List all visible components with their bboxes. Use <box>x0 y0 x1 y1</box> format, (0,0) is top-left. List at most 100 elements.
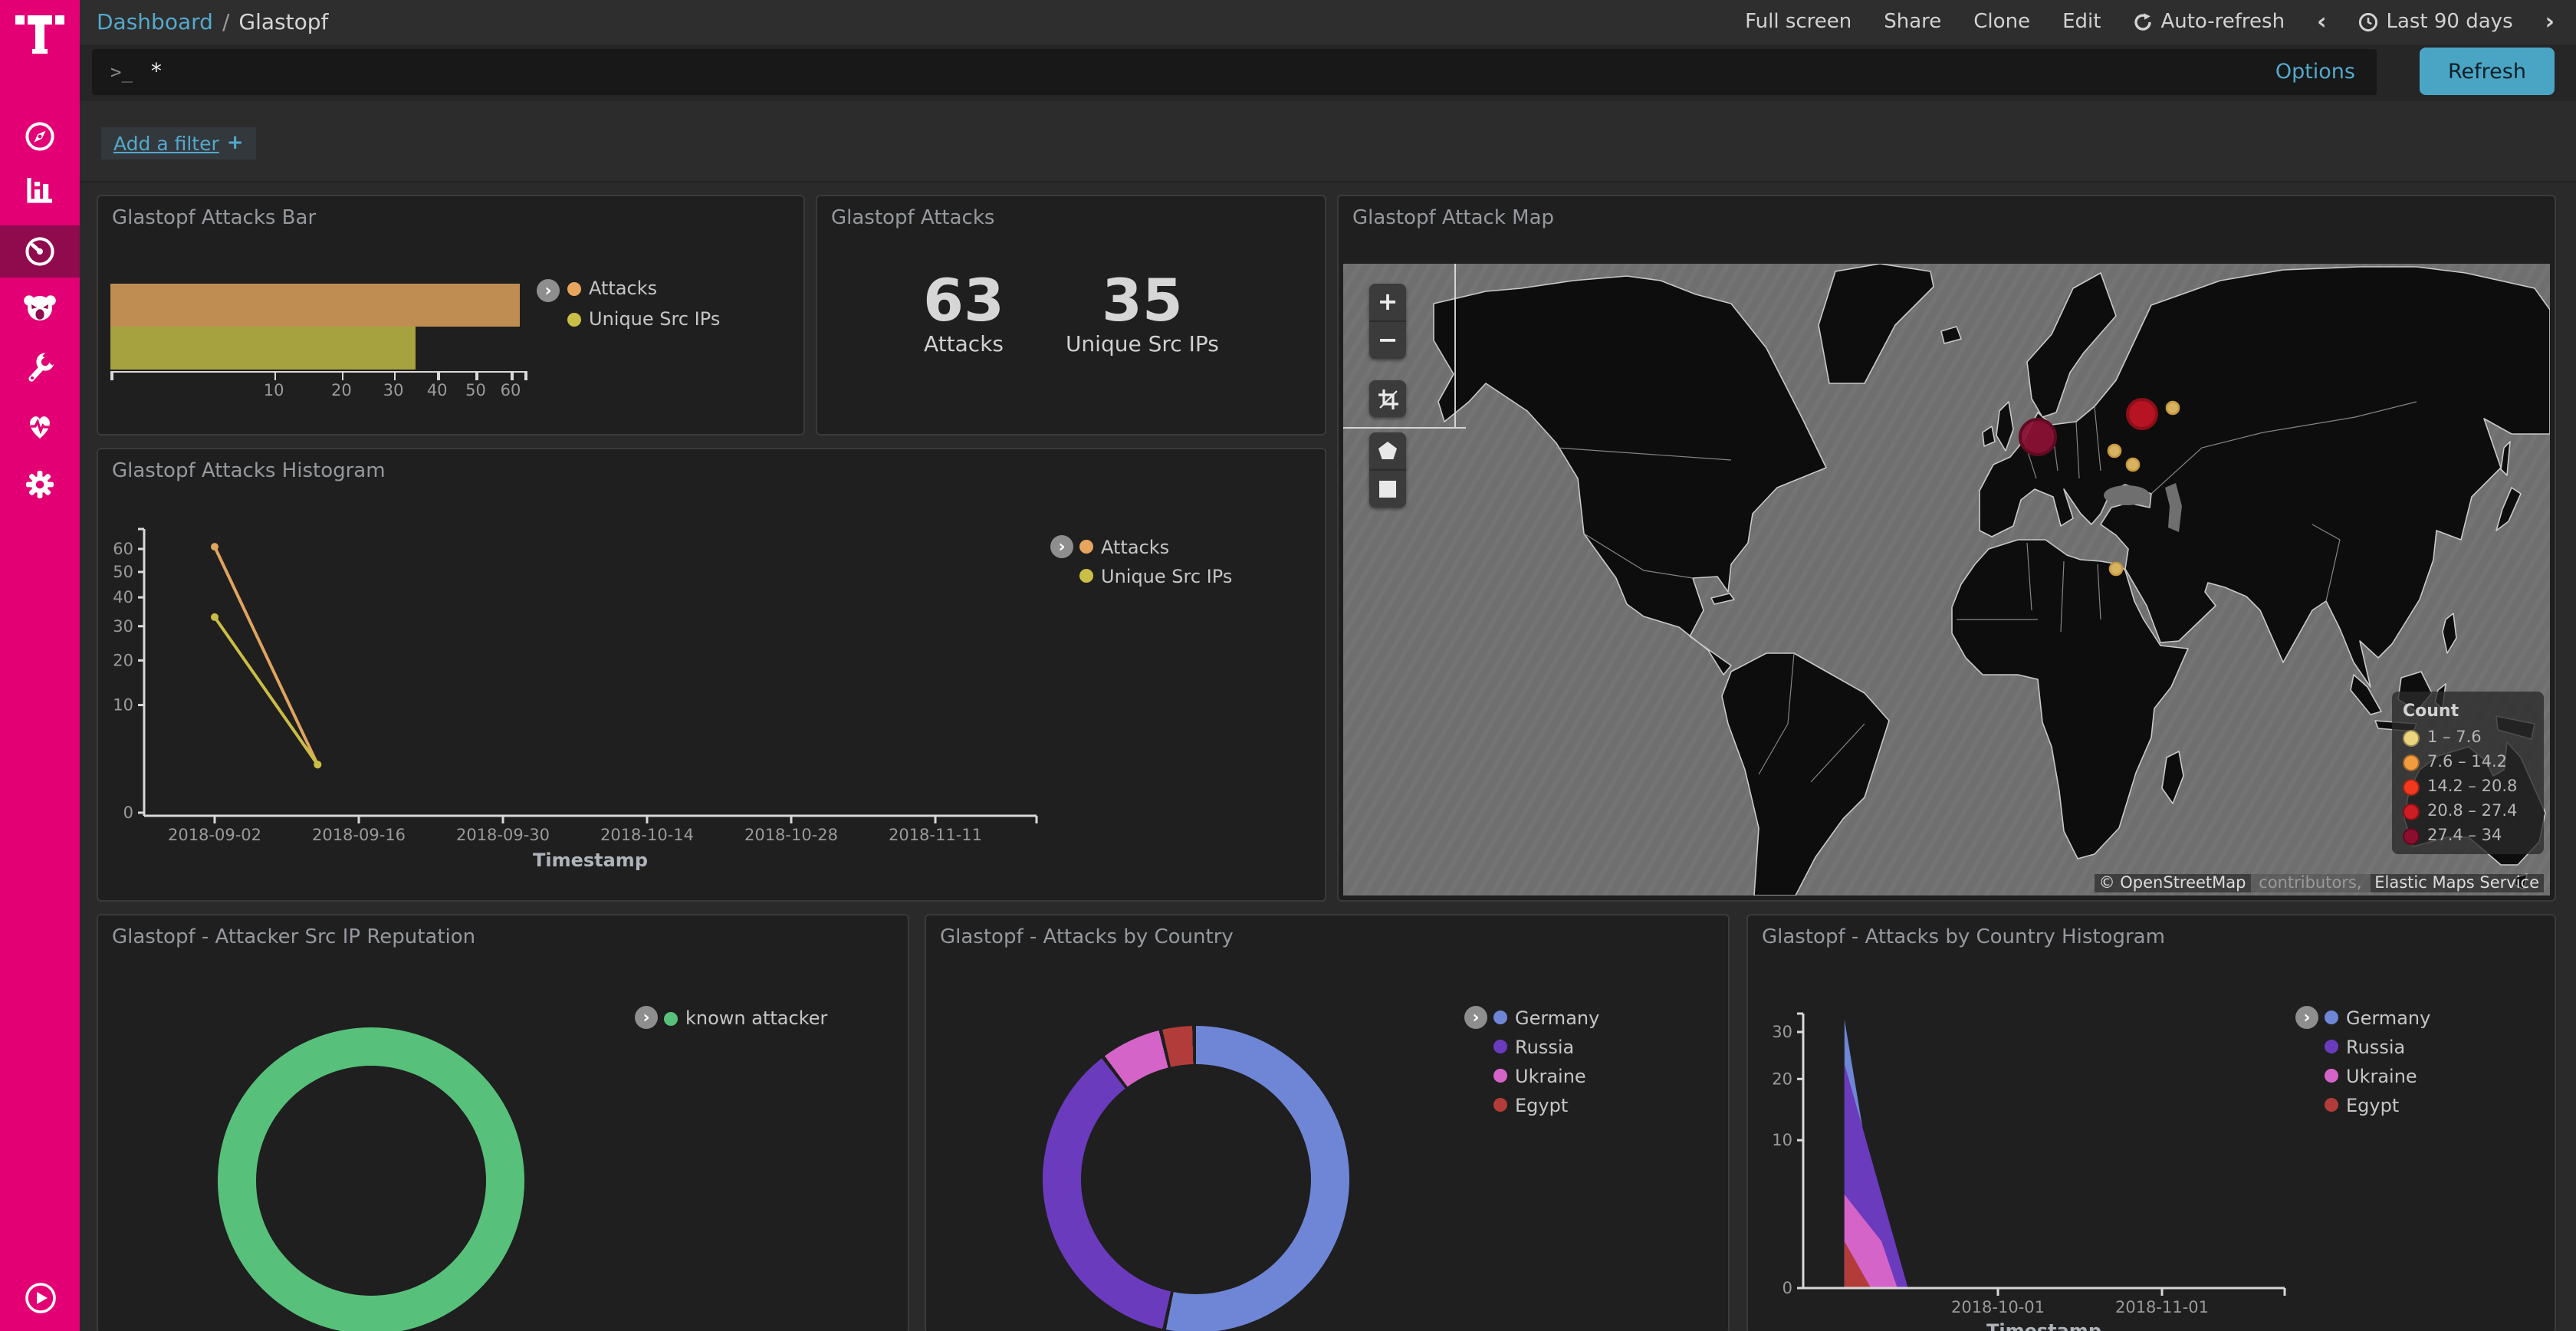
map-zoom-out-button[interactable]: − <box>1369 320 1406 359</box>
refresh-cycle-icon <box>2133 12 2153 32</box>
sidebar-item-management[interactable] <box>0 458 80 511</box>
panel-title: Glastopf Attack Map <box>1352 207 1554 230</box>
panel-title: Glastopf Attacks <box>831 207 994 230</box>
options-link[interactable]: Options <box>2275 60 2355 84</box>
search-input[interactable] <box>148 58 2275 86</box>
osm-attribution-link[interactable]: © OpenStreetMap <box>2095 874 2251 892</box>
ems-attribution-link[interactable]: Elastic Maps Service <box>2370 874 2544 892</box>
panel-title: Glastopf - Attacks by Country <box>940 926 1234 949</box>
sidebar-item-dev-tools[interactable] <box>0 342 80 394</box>
legend-item-known-attacker[interactable]: known attacker <box>664 1003 827 1034</box>
bar-unique-src-ips[interactable] <box>110 327 416 370</box>
legend-item-germany[interactable]: Germany <box>2325 1003 2430 1032</box>
metric-group: 63 Attacks 35 Unique Src IPs <box>817 270 1325 357</box>
time-forward-arrow[interactable]: › <box>2545 11 2555 34</box>
metric-label: Attacks <box>923 333 1004 357</box>
map-count-legend: Count 1 – 7.6 7.6 – 14.2 14.2 – 20.8 20.… <box>2392 692 2544 854</box>
auto-refresh-button[interactable]: Auto-refresh <box>2133 11 2285 34</box>
legend-expand-chevron[interactable]: › <box>635 1006 658 1029</box>
telekom-logo-icon[interactable] <box>14 9 66 61</box>
svg-text:10: 10 <box>113 696 133 715</box>
map-zoom-in-button[interactable]: + <box>1369 284 1406 320</box>
legend-dot <box>2403 729 2420 746</box>
legend-item-attacks[interactable]: Attacks <box>1079 532 1232 561</box>
top-navigation-bar: Dashboard / Glastopf Full screen Share C… <box>80 0 2576 44</box>
breadcrumb-dashboard-link[interactable]: Dashboard <box>97 10 213 35</box>
legend-expand-chevron[interactable]: › <box>1464 1006 1487 1029</box>
sidebar-item-timelion[interactable] <box>0 282 80 334</box>
breadcrumb: Dashboard / Glastopf <box>97 10 328 35</box>
plus-icon: + <box>227 132 244 155</box>
bar-attacks[interactable] <box>110 284 521 327</box>
breadcrumb-page-title: Glastopf <box>238 10 328 35</box>
legend: Attacks Unique Src IPs <box>1079 532 1232 590</box>
legend-item-egypt[interactable]: Egypt <box>1493 1090 1599 1119</box>
svg-text:0: 0 <box>123 804 133 822</box>
refresh-button[interactable]: Refresh <box>2420 48 2555 95</box>
map-rectangle-tool-button[interactable] <box>1369 469 1406 508</box>
map-polygon-tool-button[interactable] <box>1369 432 1406 469</box>
rectangle-icon <box>1377 478 1398 500</box>
legend-dot <box>567 312 581 326</box>
legend-item-ukraine[interactable]: Ukraine <box>1493 1061 1599 1090</box>
map-fit-bounds-button[interactable] <box>1369 380 1406 417</box>
share-button[interactable]: Share <box>1884 11 1941 34</box>
sidebar-item-monitoring[interactable] <box>0 400 80 452</box>
legend-item-attacks[interactable]: Attacks <box>567 273 720 304</box>
legend-dot <box>2325 1069 2338 1083</box>
legend-item-unique-src-ips[interactable]: Unique Src IPs <box>567 304 720 334</box>
legend-dot <box>1493 1069 1507 1083</box>
legend-title: Count <box>2403 701 2535 721</box>
panel-glastopf-attacks-bar: Glastopf Attacks Bar 102030405060 › Atta… <box>97 195 805 435</box>
legend-dot <box>2403 803 2420 820</box>
compass-icon <box>23 120 57 153</box>
time-back-arrow[interactable]: ‹ <box>2317 11 2326 34</box>
legend-item-unique-src-ips[interactable]: Unique Src IPs <box>1079 561 1232 590</box>
legend-dot <box>1079 569 1093 583</box>
legend-item-germany[interactable]: Germany <box>1493 1003 1599 1032</box>
line-chart: 01020304050602018-09-022018-09-162018-09… <box>98 449 1325 900</box>
svg-text:2018-10-01: 2018-10-01 <box>1951 1298 2045 1316</box>
fullscreen-button[interactable]: Full screen <box>1745 11 1852 34</box>
panel-glastopf-attacks-by-country-histogram: Glastopf - Attacks by Country Histogram … <box>1746 914 2556 1331</box>
clone-button[interactable]: Clone <box>1973 11 2030 34</box>
country-donut-chart[interactable] <box>1043 1026 1349 1331</box>
world-map[interactable]: + − Count 1 – 7.6 7.6 – 14.2 14.2 – 20.8… <box>1343 264 2550 896</box>
legend-dot <box>1493 1040 1507 1053</box>
edit-button[interactable]: Edit <box>2062 11 2101 34</box>
legend-expand-chevron[interactable]: › <box>1050 535 1073 558</box>
legend-expand-chevron[interactable]: › <box>2295 1006 2318 1029</box>
clock-icon <box>2358 12 2378 32</box>
crop-icon <box>1376 387 1399 410</box>
legend-dot <box>567 281 581 295</box>
svg-text:60: 60 <box>113 540 133 558</box>
svg-text:20: 20 <box>1772 1070 1792 1088</box>
time-range-picker[interactable]: Last 90 days <box>2358 11 2512 34</box>
svg-text:30: 30 <box>1772 1023 1792 1041</box>
add-filter-link[interactable]: Add a filter + <box>101 127 256 159</box>
legend-item-egypt[interactable]: Egypt <box>2325 1090 2430 1119</box>
sidebar-item-discover[interactable] <box>0 110 80 163</box>
reputation-donut-chart[interactable] <box>218 1027 524 1331</box>
query-input-box[interactable]: >_ Options <box>92 49 2377 95</box>
svg-text:0: 0 <box>1783 1279 1792 1297</box>
legend: Germany Russia Ukraine Egypt <box>2325 1003 2430 1119</box>
legend-dot <box>2325 1040 2338 1053</box>
collapse-nav-button[interactable] <box>25 1282 57 1314</box>
sidebar-item-dashboard[interactable] <box>0 225 80 278</box>
legend-dot <box>2403 754 2420 771</box>
legend-expand-chevron[interactable]: › <box>537 279 560 302</box>
area-chart: 01020302018-10-012018-11-01 <box>1748 915 2555 1331</box>
svg-text:2018-09-30: 2018-09-30 <box>456 826 550 844</box>
legend-item-ukraine[interactable]: Ukraine <box>2325 1061 2430 1090</box>
filter-bar: Add a filter + <box>80 101 2576 182</box>
page: Dashboard / Glastopf Full screen Share C… <box>0 0 2576 1331</box>
legend-item-russia[interactable]: Russia <box>1493 1032 1599 1061</box>
bar-chart-icon <box>23 173 57 207</box>
bear-icon <box>21 291 58 325</box>
terminal-prompt-icon: >_ <box>110 61 133 83</box>
sidebar-item-visualize[interactable] <box>0 164 80 216</box>
legend-dot <box>1493 1098 1507 1112</box>
metric-unique-src-ips: 35 Unique Src IPs <box>1066 270 1219 357</box>
legend-item-russia[interactable]: Russia <box>2325 1032 2430 1061</box>
